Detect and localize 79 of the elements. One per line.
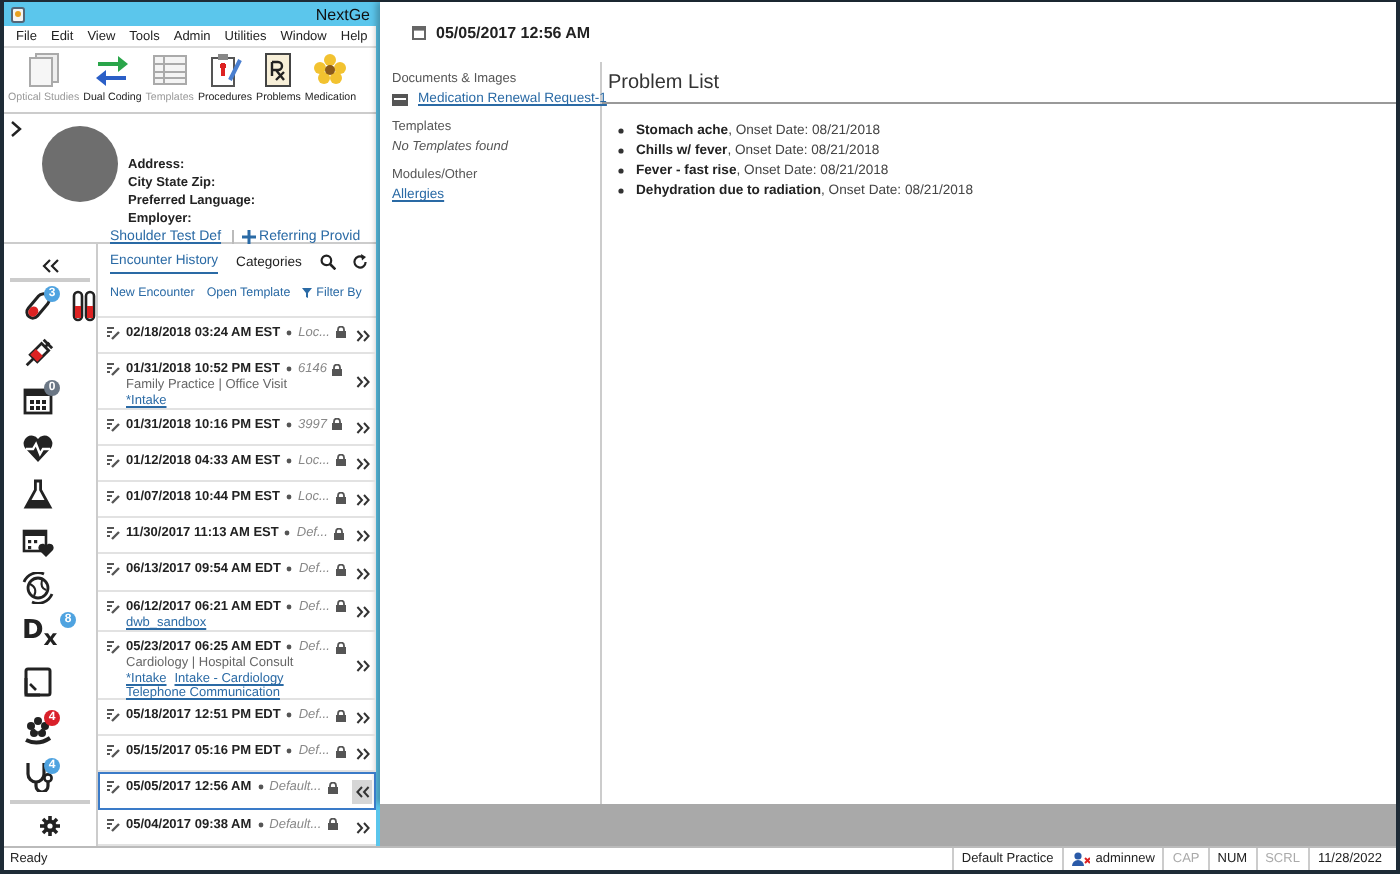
globe-arrows-icon (22, 572, 54, 605)
edit-note-icon (106, 817, 120, 832)
lock-icon (335, 709, 346, 722)
calendar-icon (22, 384, 54, 417)
dot-separator-icon (285, 494, 292, 501)
dot-separator-icon (286, 603, 293, 610)
dx-label: D$_{x}$ (22, 615, 58, 656)
flower-icon (312, 52, 349, 88)
dot-separator-icon (285, 366, 292, 373)
window-title: NextGe (315, 5, 370, 23)
calendar-icon (412, 25, 426, 39)
encounter-date-title: 05/05/2017 12:56 AM (436, 23, 591, 41)
flower-hand-icon (22, 713, 54, 746)
bullet-icon (618, 128, 624, 134)
collapse-chevron-icon[interactable] (355, 785, 369, 798)
edit-note-icon (106, 417, 120, 432)
edit-note-icon (106, 325, 120, 340)
edit-note-icon (106, 708, 120, 723)
expand-chevron-icon[interactable] (355, 606, 369, 619)
expand-chevron-icon[interactable] (355, 421, 369, 434)
swap-arrows-icon (94, 52, 131, 88)
rx-document-icon (260, 52, 297, 88)
lock-icon (336, 326, 346, 339)
edit-note-icon (106, 362, 120, 377)
flask-icon (22, 478, 54, 511)
dot-separator-icon (286, 566, 293, 573)
bullet-icon (618, 188, 624, 194)
lock-icon (336, 600, 346, 613)
user-icon (1071, 852, 1090, 866)
funnel-icon (302, 288, 313, 299)
bullet-icon (618, 148, 624, 154)
dot-separator-icon (286, 712, 293, 719)
settings-icon[interactable] (40, 815, 60, 836)
dot-separator-icon (286, 329, 293, 336)
expand-chevron-icon[interactable] (355, 494, 369, 507)
lock-icon (327, 781, 338, 794)
edit-note-icon (106, 453, 120, 468)
edit-note-icon (106, 599, 120, 614)
dot-separator-icon (286, 457, 293, 464)
lock-icon (333, 527, 344, 540)
lock-icon (336, 641, 346, 654)
dot-separator-icon (286, 644, 293, 651)
refresh-icon[interactable] (351, 254, 368, 271)
dot-separator-icon (284, 530, 291, 537)
avatar-placeholder (42, 126, 118, 202)
bullet-icon (618, 168, 624, 174)
edit-note-icon (106, 744, 120, 759)
lock-icon (327, 818, 338, 831)
lock-icon (332, 418, 343, 431)
dot-separator-icon (257, 821, 264, 828)
edit-note-icon (106, 562, 120, 577)
heart-icon (22, 431, 54, 464)
document-icon (392, 93, 408, 105)
lock-icon (336, 454, 346, 467)
lock-icon (335, 745, 346, 758)
lock-icon (335, 491, 346, 504)
expand-chevron-icon[interactable] (10, 120, 22, 138)
edit-note-icon (106, 780, 120, 795)
expand-chevron-icon[interactable] (355, 748, 369, 761)
dot-separator-icon (285, 421, 292, 428)
lock-icon (332, 363, 343, 376)
document-icon (22, 666, 54, 699)
expand-chevron-icon[interactable] (355, 329, 369, 342)
expand-chevron-icon[interactable] (355, 375, 369, 388)
edit-note-icon (106, 526, 120, 541)
dot-separator-icon (286, 748, 293, 755)
collapse-chevron-icon[interactable] (41, 257, 59, 274)
expand-chevron-icon[interactable] (355, 457, 369, 470)
expand-chevron-icon[interactable] (355, 530, 369, 543)
expand-chevron-icon[interactable] (355, 821, 369, 834)
edit-note-icon (106, 490, 120, 505)
expand-chevron-icon[interactable] (355, 712, 369, 725)
edit-note-icon (106, 640, 120, 655)
search-icon[interactable] (319, 254, 336, 271)
stethoscope-icon (22, 760, 54, 793)
expand-chevron-icon[interactable] (355, 567, 369, 580)
dot-separator-icon (257, 784, 264, 791)
lock-icon (336, 563, 346, 576)
expand-chevron-icon[interactable] (355, 660, 369, 673)
